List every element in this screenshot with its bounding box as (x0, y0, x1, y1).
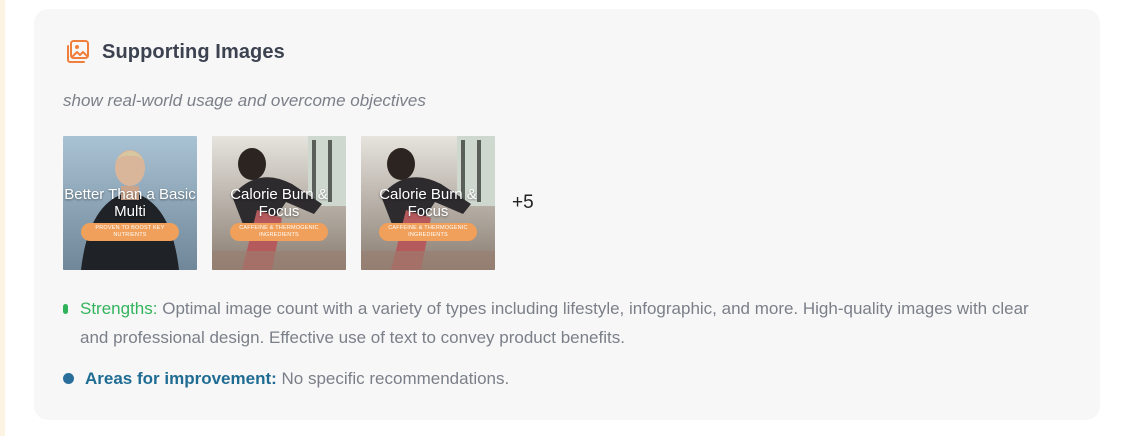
image-thumbnails: Better Than a Basic Multi PROVEN TO BOOS… (63, 136, 534, 270)
supporting-images-card: Supporting Images show real-world usage … (34, 9, 1100, 420)
thumbnail-2-badge: CAFFEINE & THERMOGENIC INGREDIENTS (230, 223, 328, 241)
thumbnail-1-badge: PROVEN TO BOOST KEY NUTRIENTS (81, 223, 179, 241)
section-subtitle: show real-world usage and overcome objec… (63, 91, 426, 110)
thumbnail-image-1[interactable]: Better Than a Basic Multi PROVEN TO BOOS… (63, 136, 197, 270)
more-images-count[interactable]: +5 (512, 192, 534, 214)
strengths-bullet-icon (63, 304, 68, 314)
strengths-item: Strengths: Optimal image count with a va… (63, 294, 1053, 352)
strengths-label: Strengths: (80, 299, 158, 318)
image-gallery-icon (64, 39, 90, 65)
thumbnail-image-3[interactable]: Calorie Burn & Focus CAFFEINE & THERMOGE… (361, 136, 495, 270)
left-accent-strip (0, 0, 5, 436)
improvement-bullet-icon (63, 373, 74, 384)
thumbnail-3-badge: CAFFEINE & THERMOGENIC INGREDIENTS (379, 223, 477, 241)
thumbnail-image-2[interactable]: Calorie Burn & Focus CAFFEINE & THERMOGE… (212, 136, 346, 270)
thumbnail-2-title: Calorie Burn & Focus (230, 186, 328, 220)
strengths-text: Optimal image count with a variety of ty… (80, 299, 1029, 347)
section-header: Supporting Images (64, 38, 285, 66)
improvement-item: Areas for improvement: No specific recom… (63, 364, 509, 393)
thumbnail-3-title: Calorie Burn & Focus (379, 186, 477, 220)
improvement-label: Areas for improvement: (85, 369, 277, 388)
thumbnail-1-title: Better Than a Basic Multi (64, 186, 196, 220)
section-title: Supporting Images (102, 40, 285, 63)
improvement-text: No specific recommendations. (281, 369, 510, 388)
